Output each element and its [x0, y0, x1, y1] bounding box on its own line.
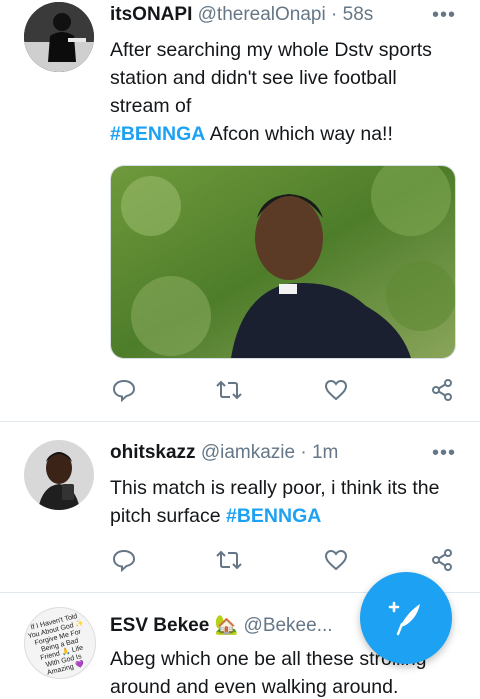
- tweet-header: ESV Bekee 🏡 @Bekee...: [110, 613, 350, 639]
- share-icon[interactable]: [428, 546, 456, 574]
- hashtag-link[interactable]: #BENNGA: [110, 123, 205, 145]
- tweet-text-tail: Afcon which way na!!: [205, 123, 393, 145]
- tweet-header: ohitskazz @iamkazie · 1m: [110, 442, 460, 468]
- avatar[interactable]: [24, 440, 94, 510]
- hashtag-link[interactable]: #BENNGA: [226, 505, 321, 527]
- user-handle[interactable]: @Bekee...: [244, 615, 333, 636]
- house-emoji: 🏡: [214, 615, 239, 636]
- tweet-header: itsONAPI @therealOnapi · 58s: [110, 4, 460, 30]
- compose-tweet-icon: [388, 601, 420, 636]
- tweet-actions: [110, 376, 460, 406]
- like-icon[interactable]: [322, 376, 350, 404]
- tweet-text-main: After searching my whole Dstv sports sta…: [110, 39, 432, 117]
- like-icon[interactable]: [322, 546, 350, 574]
- more-options-icon[interactable]: •••: [432, 442, 456, 465]
- more-options-icon[interactable]: •••: [432, 4, 456, 27]
- compose-tweet-button[interactable]: [360, 572, 452, 664]
- avatar-quote-text: If I Haven't Told You About God ✨ Forgiv…: [27, 613, 85, 677]
- tweet-card[interactable]: ohitskazz @iamkazie · 1m ••• This match …: [0, 422, 480, 592]
- reply-icon[interactable]: [110, 546, 138, 574]
- tweet-text: This match is really poor, i think its t…: [110, 474, 456, 530]
- timestamp: · 1m: [300, 442, 339, 463]
- tweet-media-image[interactable]: [110, 165, 456, 359]
- display-name[interactable]: ESV Bekee: [110, 615, 209, 636]
- avatar[interactable]: If I Haven't Told You About God ✨ Forgiv…: [24, 607, 96, 679]
- tweet-text: After searching my whole Dstv sports sta…: [110, 36, 456, 148]
- avatar[interactable]: [24, 2, 94, 72]
- display-name[interactable]: ohitskazz: [110, 442, 196, 463]
- user-handle[interactable]: @iamkazie: [201, 442, 295, 463]
- tweet-card[interactable]: itsONAPI @therealOnapi · 58s ••• After s…: [0, 0, 480, 420]
- share-icon[interactable]: [428, 376, 456, 404]
- user-handle[interactable]: @therealOnapi: [198, 4, 326, 25]
- reply-icon[interactable]: [110, 376, 138, 404]
- display-name[interactable]: itsONAPI: [110, 4, 192, 25]
- timestamp: · 58s: [331, 4, 374, 25]
- retweet-icon[interactable]: [215, 376, 243, 404]
- retweet-icon[interactable]: [215, 546, 243, 574]
